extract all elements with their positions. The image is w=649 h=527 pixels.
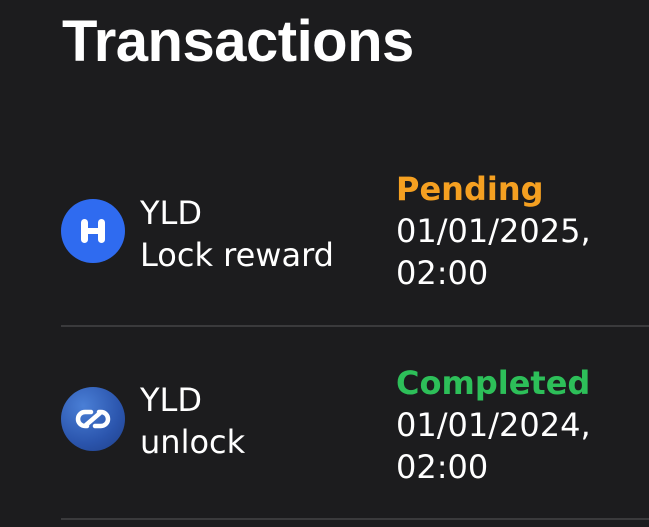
page-title: Transactions <box>62 9 414 74</box>
transaction-details: YLD Lock reward <box>140 192 334 276</box>
transaction-status-block: Completed 01/01/2024, 02:00 <box>396 362 591 488</box>
divider <box>61 325 649 327</box>
transaction-action: Lock reward <box>140 236 334 274</box>
transaction-time: 02:00 <box>396 448 489 486</box>
transaction-date: 01/01/2025, <box>396 212 591 250</box>
transaction-row[interactable]: YLD Lock reward Pending 01/01/2025, 02:0… <box>0 168 649 318</box>
divider <box>61 518 649 520</box>
transaction-date: 01/01/2024, <box>396 406 591 444</box>
h-logo-icon <box>61 199 125 263</box>
transaction-action: unlock <box>140 423 246 461</box>
transaction-status-block: Pending 01/01/2025, 02:00 <box>396 168 591 294</box>
transaction-time: 02:00 <box>396 254 489 292</box>
status-label: Pending <box>396 170 544 208</box>
status-label: Completed <box>396 364 591 402</box>
transaction-row[interactable]: YLD unlock Completed 01/01/2024, 02:00 <box>0 362 649 512</box>
infinity-link-icon <box>61 387 125 451</box>
token-symbol: YLD <box>140 194 203 232</box>
transaction-details: YLD unlock <box>140 379 245 463</box>
token-symbol: YLD <box>140 381 203 419</box>
